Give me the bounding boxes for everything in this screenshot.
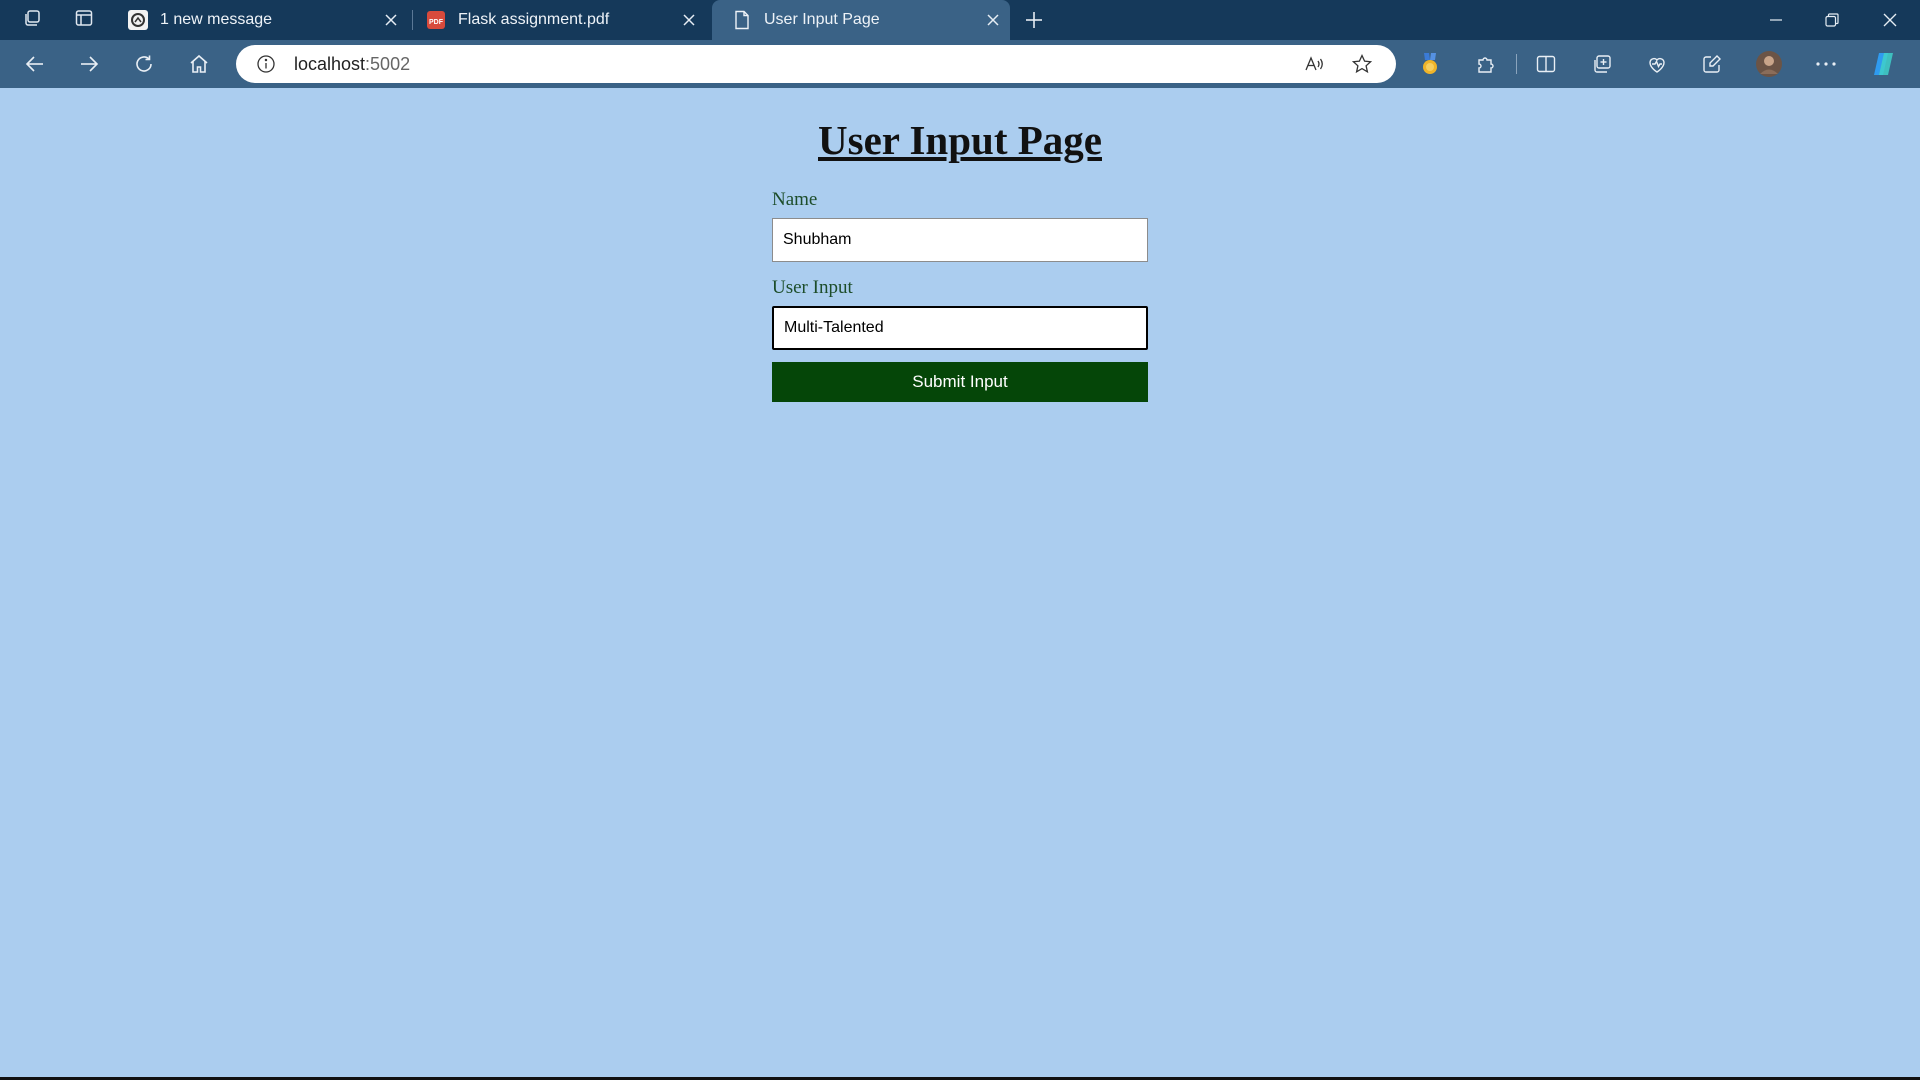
tab-actions-icon — [74, 8, 94, 33]
close-icon — [1883, 13, 1897, 27]
copilot-compose-icon[interactable] — [1698, 50, 1726, 78]
browser-essentials-icon[interactable] — [1643, 50, 1671, 78]
url-port: :5002 — [365, 53, 411, 74]
page-title: User Input Page — [818, 117, 1102, 163]
read-aloud-icon[interactable] — [1302, 52, 1326, 76]
back-button[interactable] — [15, 44, 55, 84]
close-icon — [683, 14, 695, 26]
name-input[interactable] — [772, 218, 1148, 262]
workspaces-icon — [22, 8, 42, 33]
pdf-icon: PDF — [426, 10, 446, 30]
tab-flask-pdf[interactable]: PDF Flask assignment.pdf — [406, 0, 706, 40]
tab-label: 1 new message — [160, 11, 273, 28]
browser-titlebar: 1 new message PDF Flask assignment.pdf U… — [0, 0, 1920, 40]
tab-messenger[interactable]: 1 new message — [108, 0, 408, 40]
user-input-form: Name User Input Submit Input — [772, 188, 1148, 402]
copilot-icon[interactable] — [1870, 50, 1898, 78]
split-screen-icon[interactable] — [1532, 50, 1560, 78]
rewards-medal-icon[interactable] — [1416, 50, 1444, 78]
arrow-left-icon — [25, 56, 43, 72]
favorite-star-icon[interactable] — [1350, 52, 1374, 76]
minimize-button[interactable] — [1748, 0, 1804, 40]
tab-label: User Input Page — [764, 11, 880, 28]
restore-button[interactable] — [1804, 0, 1860, 40]
tab-label: Flask assignment.pdf — [458, 11, 610, 28]
tab-user-input-page[interactable]: User Input Page — [712, 0, 1010, 40]
collections-icon[interactable] — [1588, 50, 1616, 78]
submit-input-button[interactable]: Submit Input — [772, 362, 1148, 402]
plus-icon — [1026, 12, 1042, 28]
user-input-label: User Input — [772, 277, 853, 298]
toolbar-divider — [1516, 54, 1517, 74]
close-tab-button[interactable] — [374, 3, 408, 37]
forward-button[interactable] — [69, 44, 109, 84]
url-text: localhost:5002 — [294, 54, 410, 75]
home-button[interactable] — [179, 44, 219, 84]
arrow-right-icon — [81, 56, 99, 72]
page-content: User Input Page Name User Input Submit I… — [0, 88, 1920, 1078]
svg-text:PDF: PDF — [429, 19, 444, 26]
site-info-icon[interactable] — [254, 52, 278, 76]
page-icon — [732, 10, 752, 30]
profile-avatar[interactable] — [1755, 50, 1783, 78]
refresh-button[interactable] — [124, 44, 164, 84]
vertical-tabs-button[interactable] — [58, 0, 110, 40]
restore-icon — [1825, 13, 1839, 27]
name-label: Name — [772, 189, 818, 210]
minimize-icon — [1770, 19, 1782, 21]
extensions-icon[interactable] — [1472, 50, 1500, 78]
close-icon — [987, 14, 999, 26]
address-bar[interactable]: localhost:5002 — [236, 45, 1396, 83]
new-tab-button[interactable] — [1014, 0, 1054, 40]
url-host: localhost — [294, 53, 366, 74]
user-input-field[interactable] — [772, 306, 1148, 350]
home-icon — [190, 54, 208, 73]
close-tab-button[interactable] — [976, 3, 1010, 37]
messenger-icon — [128, 10, 148, 30]
refresh-icon — [136, 55, 152, 72]
workspaces-button[interactable] — [6, 0, 58, 40]
more-options-icon[interactable] — [1812, 50, 1840, 78]
close-icon — [385, 14, 397, 26]
close-tab-button[interactable] — [672, 3, 706, 37]
close-window-button[interactable] — [1862, 0, 1918, 40]
